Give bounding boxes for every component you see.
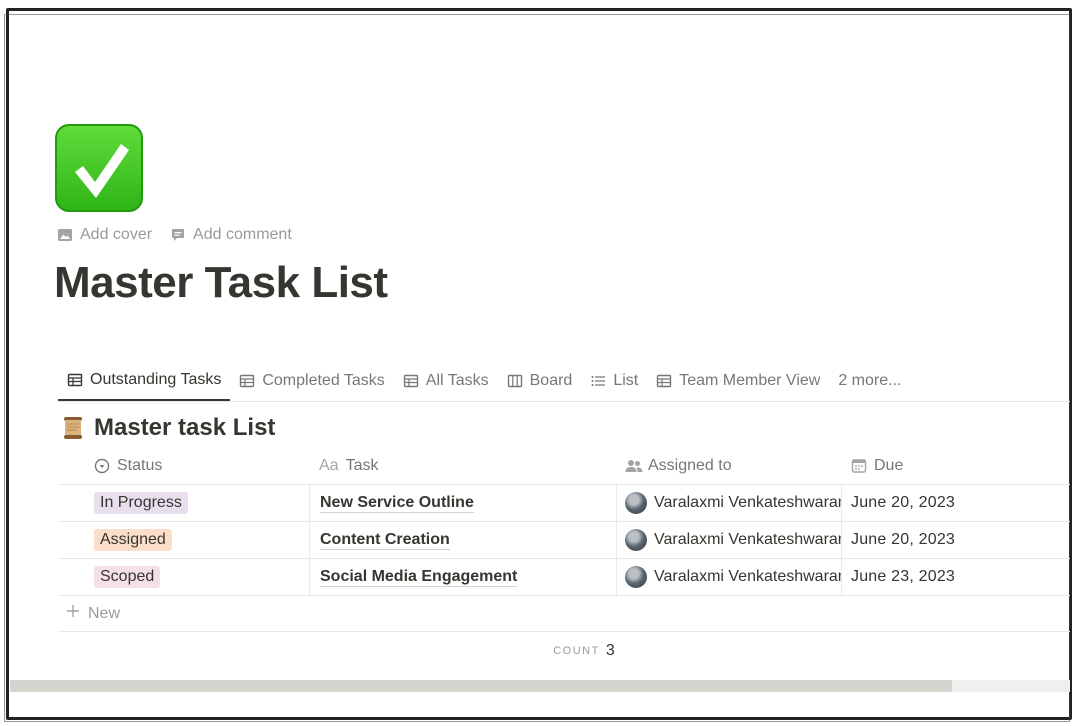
image-icon (57, 227, 73, 243)
status-cell[interactable]: In Progress (58, 485, 309, 521)
list-icon (590, 373, 606, 389)
status-tag: In Progress (94, 492, 188, 514)
tab-label: Team Member View (679, 371, 821, 389)
page-actions: Add cover Add comment (57, 226, 292, 244)
task-cell[interactable]: New Service Outline (309, 485, 617, 521)
tab-label: All Tasks (425, 371, 489, 389)
task-name[interactable]: Content Creation (320, 531, 450, 550)
column-header-label: Assigned to (648, 457, 732, 474)
due-date: June 23, 2023 (851, 568, 956, 585)
due-cell[interactable]: June 23, 2023 (842, 559, 1070, 595)
horizontal-scrollbar[interactable] (10, 680, 1070, 692)
tab-all-tasks[interactable]: All Tasks (394, 360, 498, 401)
assignee-name: Varalaxmi Venkateshwaran (654, 531, 841, 548)
task-cell[interactable]: Content Creation (309, 522, 617, 558)
add-comment-label: Add comment (193, 226, 292, 243)
status-icon (94, 458, 110, 474)
more-views-label: 2 more... (838, 371, 902, 389)
scrollbar-thumb[interactable] (10, 680, 952, 692)
column-header-label: Status (117, 457, 163, 474)
text-type-icon: Aa (319, 457, 339, 474)
database-title[interactable]: Master task List (62, 414, 275, 442)
assigned-cell[interactable]: Varalaxmi Venkateshwaran (617, 485, 842, 521)
status-tag: Scoped (94, 566, 161, 588)
assignee-name: Varalaxmi Venkateshwaran (654, 494, 841, 511)
tab-label: Completed Tasks (262, 371, 385, 389)
task-cell[interactable]: Social Media Engagement (309, 559, 617, 595)
tab-completed-tasks[interactable]: Completed Tasks (230, 360, 393, 401)
tab-board[interactable]: Board (498, 360, 582, 401)
table-icon (656, 373, 672, 389)
avatar (625, 492, 647, 514)
board-icon (507, 373, 523, 389)
avatar (625, 566, 647, 588)
due-cell[interactable]: June 20, 2023 (842, 522, 1070, 558)
page-title[interactable]: Master Task List (54, 258, 388, 308)
tab-label: List (613, 371, 639, 389)
avatar (625, 529, 647, 551)
table-row[interactable]: In Progress New Service Outline Varalaxm… (58, 485, 1070, 522)
task-name[interactable]: New Service Outline (320, 494, 474, 513)
count-value: 3 (605, 642, 615, 659)
status-tag: Assigned (94, 529, 172, 551)
due-date: June 20, 2023 (851, 494, 956, 511)
assigned-cell[interactable]: Varalaxmi Venkateshwaran (617, 559, 842, 595)
new-row-label: New (88, 604, 121, 622)
tab-team-member-view[interactable]: Team Member View (647, 360, 829, 401)
table-header: Status Aa Task Assigned to Due (58, 448, 1070, 485)
table-icon (239, 373, 255, 389)
people-icon (625, 458, 643, 474)
plus-icon (66, 604, 80, 623)
task-table: Status Aa Task Assigned to Due In Progre… (58, 448, 1070, 670)
status-cell[interactable]: Assigned (58, 522, 309, 558)
assigned-cell[interactable]: Varalaxmi Venkateshwaran (617, 522, 842, 558)
count-label: COUNT (553, 645, 600, 657)
column-header-label: Task (345, 457, 379, 474)
table-icon (67, 372, 83, 388)
table-icon (403, 373, 419, 389)
comment-icon (170, 227, 186, 243)
tab-label: Board (529, 371, 573, 389)
column-header-due[interactable]: Due (842, 448, 1070, 484)
count-footer[interactable]: COUNT 3 (58, 632, 1070, 670)
due-cell[interactable]: June 20, 2023 (842, 485, 1070, 521)
status-cell[interactable]: Scoped (58, 559, 309, 595)
add-cover-button[interactable]: Add cover (57, 226, 152, 244)
assignee: Varalaxmi Venkateshwaran (625, 529, 841, 551)
assignee: Varalaxmi Venkateshwaran (625, 492, 841, 514)
column-header-label: Due (874, 457, 904, 474)
column-header-task[interactable]: Aa Task (309, 448, 617, 484)
tab-list[interactable]: List (581, 360, 647, 401)
database-title-text: Master task List (94, 414, 276, 441)
table-row[interactable]: Scoped Social Media Engagement Varalaxmi… (58, 559, 1070, 596)
calendar-icon (851, 458, 867, 474)
add-cover-label: Add cover (80, 226, 153, 243)
tab-outstanding-tasks[interactable]: Outstanding Tasks (58, 360, 231, 401)
add-comment-button[interactable]: Add comment (170, 226, 292, 244)
tab-label: Outstanding Tasks (90, 370, 222, 388)
assignee-name: Varalaxmi Venkateshwaran (654, 568, 841, 585)
table-row[interactable]: Assigned Content Creation Varalaxmi Venk… (58, 522, 1070, 559)
assignee: Varalaxmi Venkateshwaran (625, 566, 841, 588)
task-name[interactable]: Social Media Engagement (320, 568, 518, 587)
view-tabs: Outstanding Tasks Completed Tasks All Ta… (58, 360, 1070, 402)
add-new-row-button[interactable]: New (58, 596, 1070, 632)
column-header-assigned[interactable]: Assigned to (617, 448, 842, 484)
column-header-status[interactable]: Status (58, 448, 309, 484)
scroll-icon (62, 416, 84, 440)
more-views-button[interactable]: 2 more... (829, 360, 910, 401)
due-date: June 20, 2023 (851, 531, 956, 548)
check-mark-button-icon[interactable] (55, 124, 143, 212)
